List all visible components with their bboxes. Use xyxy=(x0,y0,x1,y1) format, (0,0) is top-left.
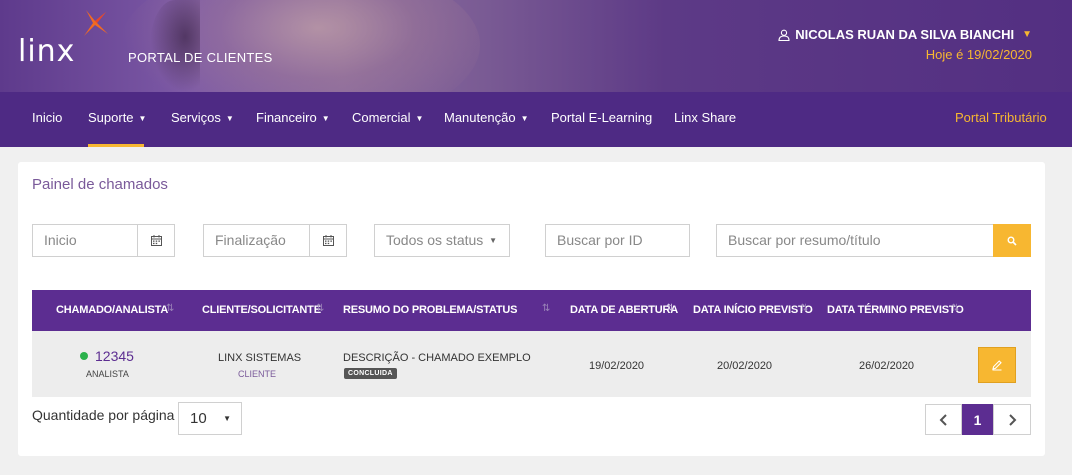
status-badge: CONCLUIDA xyxy=(344,368,397,379)
logo-text: linx xyxy=(18,34,76,69)
search-id-input[interactable]: Buscar por ID xyxy=(545,224,690,257)
sort-icon[interactable]: ⇅ xyxy=(800,303,808,314)
nav-label: Comercial xyxy=(352,110,411,125)
status-dot-icon xyxy=(80,352,88,360)
requester-link[interactable]: CLIENTE xyxy=(238,369,276,379)
page-size-value: 10 xyxy=(190,410,207,427)
placeholder: Buscar por resumo/título xyxy=(728,232,881,248)
start-date-input[interactable]: Inicio xyxy=(32,224,138,257)
nav-label: Manutenção xyxy=(444,110,516,125)
edit-button[interactable] xyxy=(978,347,1016,383)
caret-down-icon: ▼ xyxy=(1022,29,1032,40)
caret-down-icon: ▼ xyxy=(138,114,147,123)
nav-item-manutencao[interactable]: Manutenção ▼ xyxy=(444,92,528,147)
next-page-button[interactable] xyxy=(993,404,1031,435)
start-date: 20/02/2020 xyxy=(717,360,773,372)
nav-label: Suporte xyxy=(88,110,134,125)
logo-star-icon xyxy=(84,10,108,36)
page-size-label: Quantidade por página xyxy=(32,407,175,423)
sort-icon[interactable]: ⇅ xyxy=(542,303,550,314)
table-header: CHAMADO/ANALISTA ⇅ CLIENTE/SOLICITANTE ⇅… xyxy=(32,290,1031,331)
status-select[interactable]: Todos os status ▼ xyxy=(374,224,510,257)
search-summary-input[interactable]: Buscar por resumo/título xyxy=(716,224,994,257)
nav-label: Portal Tributário xyxy=(955,110,1047,125)
analyst-label: ANALISTA xyxy=(86,369,129,379)
caret-down-icon: ▼ xyxy=(225,114,234,123)
user-name: NICOLAS RUAN DA SILVA BIANCHI xyxy=(795,27,1015,42)
nav-item-linx-share[interactable]: Linx Share xyxy=(674,92,736,147)
nav-item-inicio[interactable]: Inicio xyxy=(32,92,62,147)
nav-item-elearning[interactable]: Portal E-Learning xyxy=(551,92,652,147)
ticket-id-link[interactable]: 12345 xyxy=(95,348,134,364)
tickets-panel: Painel de chamados Inicio Finalização To… xyxy=(18,162,1045,456)
chevron-right-icon xyxy=(1009,413,1017,426)
opened-date: 19/02/2020 xyxy=(589,360,645,372)
client-name: LINX SISTEMAS xyxy=(218,352,302,364)
caret-down-icon: ▼ xyxy=(489,236,497,245)
user-icon xyxy=(778,29,790,41)
sort-icon[interactable]: ⇅ xyxy=(951,303,959,314)
search-icon xyxy=(1007,236,1017,246)
col-header-cliente[interactable]: CLIENTE/SOLICITANTE xyxy=(202,290,321,331)
end-calendar-button[interactable] xyxy=(309,224,347,257)
caret-down-icon: ▼ xyxy=(415,114,424,123)
caret-down-icon: ▼ xyxy=(223,414,231,423)
user-name-row[interactable]: NICOLAS RUAN DA SILVA BIANCHI ▼ xyxy=(778,27,1032,42)
end-date: 26/02/2020 xyxy=(859,360,915,372)
nav-label: Linx Share xyxy=(674,110,737,125)
search-button[interactable] xyxy=(993,224,1031,257)
chevron-left-icon xyxy=(939,413,947,426)
placeholder: Inicio xyxy=(44,232,77,248)
table-row[interactable]: 12345 ANALISTA LINX SISTEMAS CLIENTE DES… xyxy=(32,331,1031,397)
calendar-icon xyxy=(322,235,334,246)
caret-down-icon: ▼ xyxy=(520,114,529,123)
nav-label: Inicio xyxy=(32,110,63,125)
nav-item-portal-tributario[interactable]: Portal Tributário xyxy=(955,92,1047,147)
page-size-select[interactable]: 10 ▼ xyxy=(178,402,242,435)
nav-item-comercial[interactable]: Comercial ▼ xyxy=(352,92,423,147)
page-1-button[interactable]: 1 xyxy=(962,404,993,435)
sort-icon[interactable]: ⇅ xyxy=(316,303,324,314)
col-header-abertura[interactable]: DATA DE ABERTURA xyxy=(570,290,678,331)
col-header-resumo[interactable]: RESUMO DO PROBLEMA/STATUS xyxy=(343,290,517,331)
start-calendar-button[interactable] xyxy=(137,224,175,257)
user-menu[interactable]: NICOLAS RUAN DA SILVA BIANCHI ▼ Hoje é 1… xyxy=(778,27,1032,62)
col-header-termino[interactable]: DATA TÉRMINO PREVISTO xyxy=(827,290,964,331)
sort-icon[interactable]: ⇅ xyxy=(166,303,174,314)
pencil-icon xyxy=(992,360,1002,371)
placeholder: Buscar por ID xyxy=(557,232,643,248)
status-select-value: Todos os status xyxy=(386,232,484,248)
header-banner: linx PORTAL DE CLIENTES NICOLAS RUAN DA … xyxy=(0,0,1072,92)
problem-summary: DESCRIÇÃO - CHAMADO EXEMPLO xyxy=(343,352,531,364)
nav-label: Serviços xyxy=(171,110,221,125)
col-header-chamado[interactable]: CHAMADO/ANALISTA xyxy=(56,290,168,331)
nav-item-financeiro[interactable]: Financeiro ▼ xyxy=(256,92,330,147)
caret-down-icon: ▼ xyxy=(321,114,330,123)
linx-logo[interactable]: linx xyxy=(18,10,108,74)
nav-item-suporte[interactable]: Suporte ▼ xyxy=(88,92,147,147)
today-date: Hoje é 19/02/2020 xyxy=(925,47,1032,62)
placeholder: Finalização xyxy=(215,232,286,248)
portal-title: PORTAL DE CLIENTES xyxy=(128,50,273,65)
prev-page-button[interactable] xyxy=(925,404,962,435)
current-page-number: 1 xyxy=(973,411,982,428)
nav-item-servicos[interactable]: Serviços ▼ xyxy=(171,92,234,147)
banner-headset xyxy=(150,0,200,92)
end-date-input[interactable]: Finalização xyxy=(203,224,310,257)
nav-label: Financeiro xyxy=(256,110,317,125)
sort-desc-icon[interactable]: ⇅ xyxy=(666,303,674,314)
main-nav: Inicio Suporte ▼ Serviços ▼ Financeiro ▼ Co… xyxy=(0,92,1072,147)
col-header-inicio[interactable]: DATA INÍCIO PREVISTO xyxy=(693,290,813,331)
panel-title: Painel de chamados xyxy=(32,176,168,193)
calendar-icon xyxy=(150,235,162,246)
nav-label: Portal E-Learning xyxy=(551,110,653,125)
